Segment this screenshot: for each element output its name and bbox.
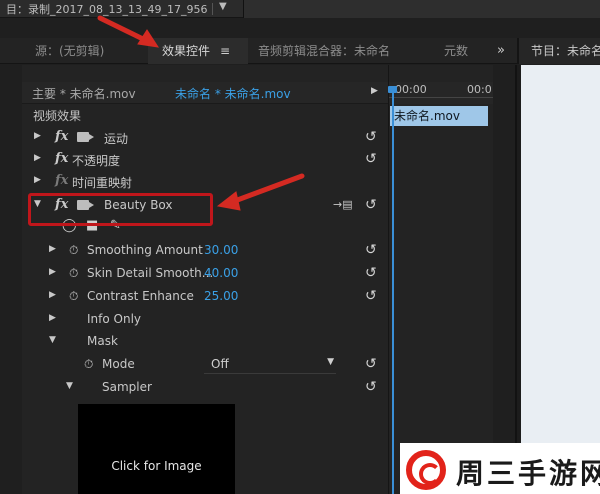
time-end: 00:0 xyxy=(467,83,492,96)
top-right-tab xyxy=(243,0,600,18)
effect-label: 时间重映射 xyxy=(72,176,133,190)
annotation-highlight-box xyxy=(28,193,213,226)
tab-source[interactable]: 源：(无剪辑) xyxy=(35,38,104,64)
param-value[interactable]: 25.00 xyxy=(204,289,238,303)
reset-icon[interactable]: ↺ xyxy=(365,356,377,372)
timeline-ruler[interactable]: 00:00 00:0 xyxy=(389,82,493,104)
stopwatch-icon[interactable]: ⏱ xyxy=(69,289,78,304)
param-value[interactable]: 40.00 xyxy=(204,266,238,280)
param-row-mode[interactable]: ⏱ Mode Off ▼ ↺ xyxy=(22,354,388,376)
watermark-text: 周三手游网 xyxy=(456,457,600,490)
collapse-triangle-icon[interactable]: ▼ xyxy=(49,335,56,345)
expand-triangle-icon[interactable]: ▶ xyxy=(49,313,56,323)
reset-icon[interactable]: ↺ xyxy=(365,379,377,395)
param-row-mask[interactable]: ▼ Mask xyxy=(22,331,388,353)
panel-menu-icon[interactable]: ≡ xyxy=(220,44,230,58)
param-label: Mask xyxy=(87,334,118,348)
sampler-preview[interactable]: Click for Image xyxy=(78,404,235,494)
effect-row-time-remap[interactable]: ▶ fx 时间重映射 xyxy=(22,171,388,193)
param-label: Sampler xyxy=(102,380,152,394)
param-value[interactable]: 30.00 xyxy=(204,243,238,257)
expand-triangle-icon[interactable]: ▶ xyxy=(34,131,41,141)
sequence-clip-label[interactable]: 未命名 * 未命名.mov xyxy=(175,85,291,102)
reset-icon[interactable]: ↺ xyxy=(365,129,377,145)
param-row-smoothing[interactable]: ▶ ⏱ Smoothing Amount 30.00 ↺ xyxy=(22,240,388,262)
reset-icon[interactable]: ↺ xyxy=(365,242,377,258)
ruler-ticks xyxy=(389,97,493,104)
project-title: 目：录制_2017_08_13_13_49_17_956 xyxy=(6,3,208,16)
settings-dialog-icon[interactable]: →▤ xyxy=(333,198,353,211)
param-label: Mode xyxy=(102,357,135,371)
param-row-info-only[interactable]: ▶ Info Only xyxy=(22,309,388,331)
expand-triangle-icon[interactable]: ▶ xyxy=(49,290,56,300)
reset-icon[interactable]: ↺ xyxy=(365,151,377,167)
tab-effect-controls[interactable]: 效果控件 ≡ xyxy=(148,38,248,64)
preview-caption: Click for Image xyxy=(111,459,202,473)
program-screen xyxy=(521,65,600,444)
video-effects-heading: 视频效果 xyxy=(33,109,82,123)
param-label: Skin Detail Smooth... xyxy=(87,266,214,280)
expand-triangle-icon[interactable]: ▶ xyxy=(49,267,56,277)
fx-icon: fx xyxy=(55,173,69,188)
watermark: 周三手游网 xyxy=(400,443,600,494)
reset-icon[interactable]: ↺ xyxy=(365,197,377,213)
collapse-triangle-icon[interactable]: ▼ xyxy=(66,381,73,391)
playhead-handle[interactable] xyxy=(388,86,397,93)
master-clip-label[interactable]: 主要 * 未命名.mov xyxy=(32,85,136,102)
time-start: 00:00 xyxy=(395,83,427,96)
expand-triangle-icon[interactable]: ▶ xyxy=(34,153,41,163)
tabs-overflow-icon[interactable]: » xyxy=(497,43,505,58)
fx-icon[interactable]: fx xyxy=(55,151,68,166)
mode-select[interactable]: Off ▼ xyxy=(204,356,336,374)
film-icon xyxy=(77,132,94,142)
effect-row-motion[interactable]: ▶ fx 运动 ↺ xyxy=(22,127,388,149)
tab-program[interactable]: 节目：未命名 xyxy=(517,38,600,64)
title-bar: 目：录制_2017_08_13_13_49_17_956 ▼ xyxy=(0,0,600,18)
effect-label: 运动 xyxy=(104,132,129,146)
chevron-down-icon: ▼ xyxy=(327,357,334,367)
timeline-clip[interactable]: 未命名.mov xyxy=(390,106,488,126)
play-icon[interactable]: ▶ xyxy=(371,86,378,96)
expand-triangle-icon[interactable]: ▶ xyxy=(34,175,41,185)
stopwatch-icon[interactable]: ⏱ xyxy=(84,357,93,372)
expand-triangle-icon[interactable]: ▶ xyxy=(49,244,56,254)
param-row-contrast[interactable]: ▶ ⏱ Contrast Enhance 25.00 ↺ xyxy=(22,286,388,308)
param-label: Info Only xyxy=(87,312,142,326)
tab-audio-clip-mixer[interactable]: 音频剪辑混合器：未命名 xyxy=(258,38,390,64)
project-dropdown-icon[interactable]: ▼ xyxy=(219,1,227,12)
program-monitor xyxy=(515,65,600,494)
fx-icon[interactable]: fx xyxy=(55,129,68,144)
sequence-bar: 主要 * 未命名.mov 未命名 * 未命名.mov ▶ xyxy=(22,82,388,104)
effect-timeline xyxy=(388,65,493,494)
tab-effect-controls-label: 效果控件 xyxy=(162,44,211,58)
stopwatch-icon[interactable]: ⏱ xyxy=(69,243,78,258)
param-row-sampler[interactable]: ▼ Sampler ↺ xyxy=(22,377,388,399)
watermark-logo-icon xyxy=(406,450,446,490)
playhead[interactable] xyxy=(392,86,394,494)
mode-select-value: Off xyxy=(211,357,229,371)
divider xyxy=(212,3,213,15)
param-label: Smoothing Amount xyxy=(87,243,203,257)
stopwatch-icon[interactable]: ⏱ xyxy=(69,266,78,281)
param-label: Contrast Enhance xyxy=(87,289,194,303)
panel-tab-bar: 源：(无剪辑) 效果控件 ≡ 音频剪辑混合器：未命名 元数 » 节目：未命名 xyxy=(0,38,600,64)
reset-icon[interactable]: ↺ xyxy=(365,265,377,281)
effect-row-opacity[interactable]: ▶ fx 不透明度 ↺ xyxy=(22,149,388,171)
param-row-skin-detail[interactable]: ▶ ⏱ Skin Detail Smooth... 40.00 ↺ xyxy=(22,263,388,285)
effect-label: 不透明度 xyxy=(72,154,121,168)
tab-metadata[interactable]: 元数 xyxy=(444,38,468,64)
reset-icon[interactable]: ↺ xyxy=(365,288,377,304)
